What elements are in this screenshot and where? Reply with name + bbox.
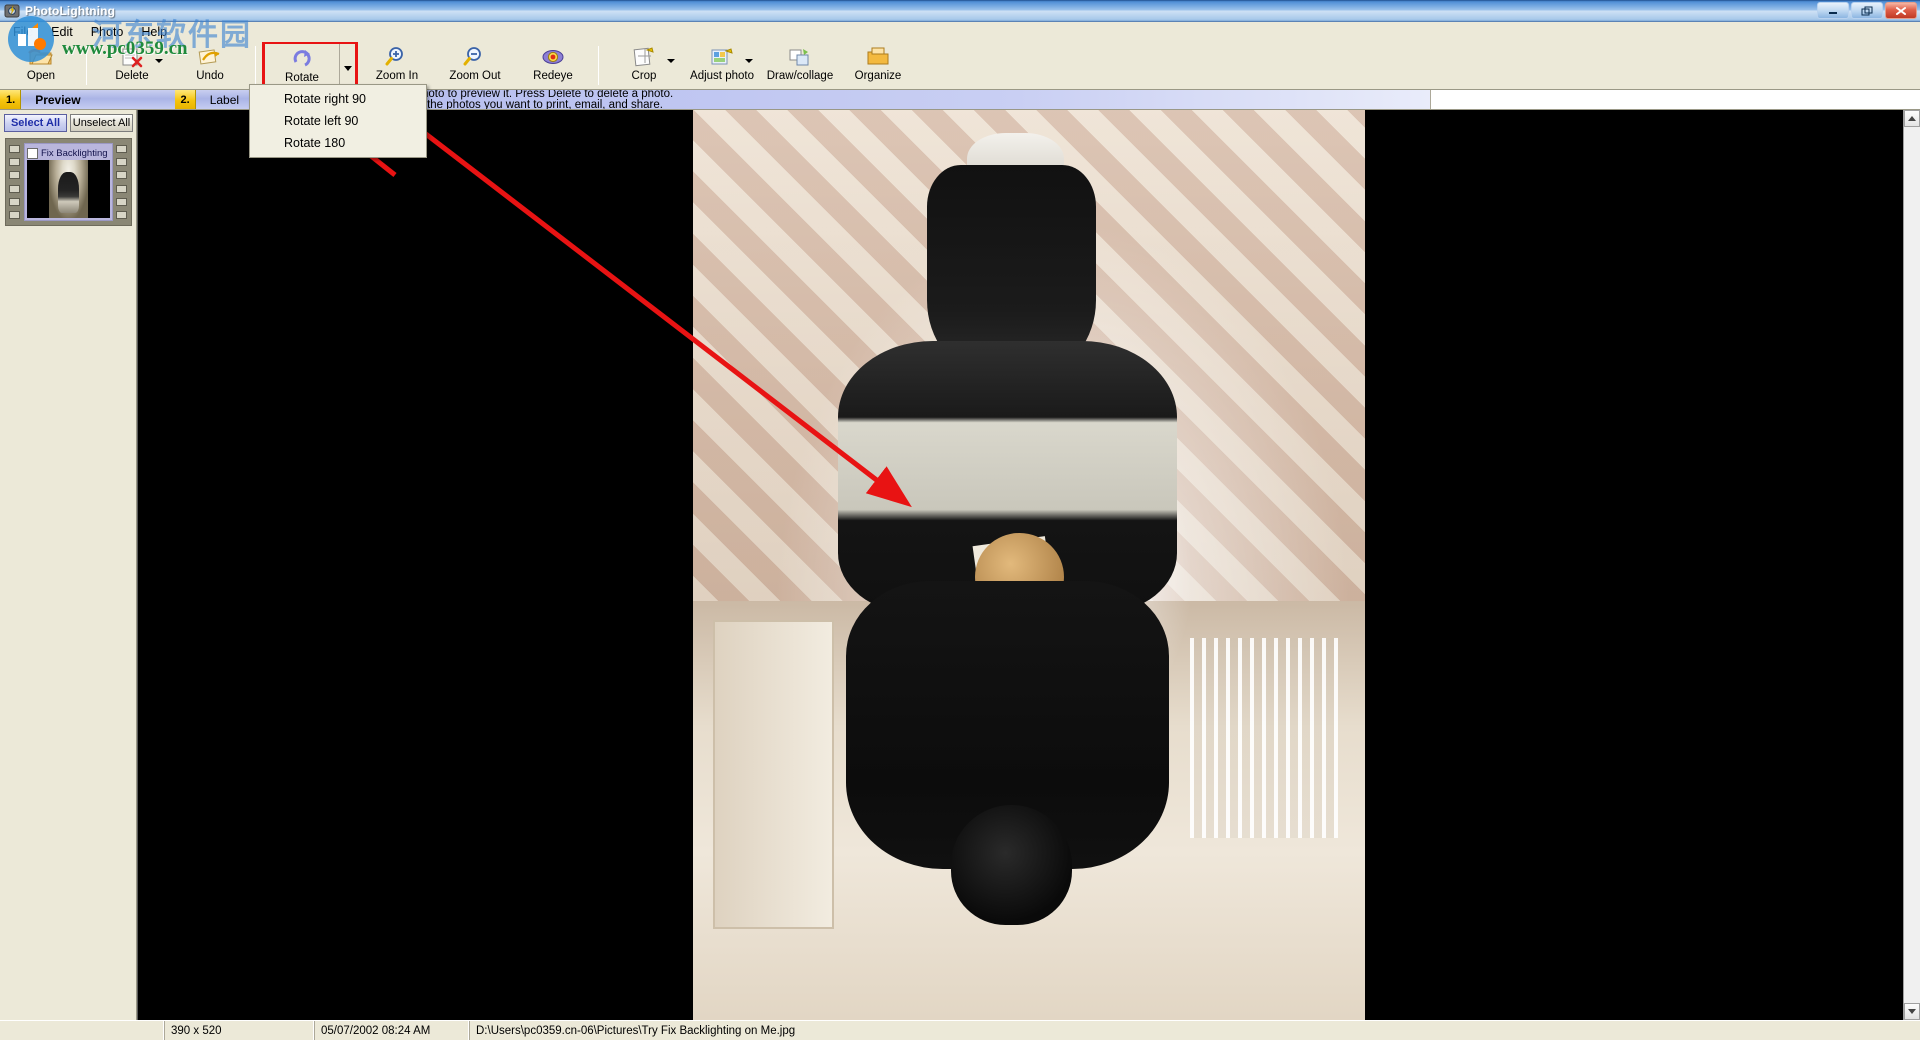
toolbar-button-adjust-photo[interactable]: Adjust photo	[683, 42, 761, 89]
toolbar-label-delete: Delete	[115, 70, 149, 82]
select-all-button[interactable]: Select All	[4, 114, 67, 132]
toolbar-label-organize: Organize	[854, 70, 902, 82]
rotate-dropdown-menu[interactable]: Rotate right 90 Rotate left 90 Rotate 18…	[249, 84, 427, 158]
menu-item-help[interactable]: Help	[132, 23, 176, 41]
redeye-icon	[540, 45, 566, 69]
photo-subject	[814, 132, 1217, 966]
close-button[interactable]	[1885, 2, 1917, 19]
toolbar-label-draw-collage: Draw/collage	[766, 70, 834, 82]
toolbar-label-adjust-photo: Adjust photo	[690, 70, 754, 82]
restore-button[interactable]	[1851, 2, 1883, 19]
zoom-in-icon	[384, 45, 410, 69]
window-controls	[1817, 2, 1917, 19]
window-title: PhotoLightning	[25, 3, 116, 18]
rotate-icon	[289, 47, 315, 71]
step-1-label: Preview	[35, 92, 81, 107]
thumbnail-label: Fix Backlighting on	[41, 147, 110, 159]
rotate-dropdown-arrow[interactable]	[339, 44, 355, 86]
step-1-preview[interactable]: 1. Preview	[0, 90, 175, 109]
menu-rotate-right-90[interactable]: Rotate right 90	[250, 88, 426, 110]
status-image-datetime: 05/07/2002 08:24 AM	[315, 1021, 470, 1040]
step-1-number: 1.	[0, 90, 22, 109]
status-cell-empty	[0, 1021, 165, 1040]
draw-collage-icon	[787, 45, 813, 69]
toolbar-button-organize[interactable]: Organize	[839, 42, 917, 89]
step-arrow-icon	[156, 90, 175, 109]
status-bar: 390 x 520 05/07/2002 08:24 AM D:\Users\p…	[0, 1020, 1920, 1040]
toolbar-button-draw-collage[interactable]: Draw/collage	[761, 42, 839, 89]
chevron-down-icon[interactable]	[745, 59, 753, 63]
toolbar-button-rotate[interactable]: Rotate	[265, 44, 339, 86]
step-2-label-text: Label	[209, 92, 240, 107]
menu-item-file[interactable]: File	[4, 23, 42, 41]
photo-preview-area[interactable]	[137, 110, 1920, 1020]
toolbar-label-undo: Undo	[196, 70, 224, 82]
open-folder-icon	[28, 45, 54, 69]
menu-item-edit[interactable]: Edit	[42, 23, 82, 41]
thumbnail-filmstrip: Fix Backlighting on	[5, 138, 132, 226]
undo-icon	[197, 45, 223, 69]
preview-photo[interactable]	[693, 110, 1365, 1020]
toolbar-button-crop[interactable]: Crop	[605, 42, 683, 89]
chevron-down-icon[interactable]	[667, 59, 675, 63]
organize-icon	[865, 45, 891, 69]
toolbar-label-crop: Crop	[631, 70, 657, 82]
toolbar-separator	[598, 46, 599, 85]
scroll-down-arrow[interactable]	[1904, 1003, 1920, 1020]
toolbar: Open Delete Undo Rotate Zoom In Zoom Out…	[0, 41, 1920, 90]
zoom-out-icon	[462, 45, 488, 69]
menu-item-photo[interactable]: Photo	[82, 23, 133, 41]
crop-icon	[631, 45, 657, 69]
toolbar-button-open[interactable]: Open	[2, 42, 80, 89]
unselect-all-button[interactable]: Unselect All	[70, 114, 133, 132]
thumbnail-header: Fix Backlighting on	[27, 146, 110, 160]
chevron-down-icon[interactable]	[155, 59, 163, 63]
toolbar-button-redeye[interactable]: Redeye	[514, 42, 592, 89]
toolbar-button-zoom-in[interactable]: Zoom In	[358, 42, 436, 89]
toolbar-label-rotate: Rotate	[285, 72, 319, 84]
menu-rotate-180[interactable]: Rotate 180	[250, 132, 426, 154]
thumbnail-item[interactable]: Fix Backlighting on	[24, 143, 113, 221]
thumbnail-photo-content	[49, 160, 88, 218]
instruction-panel: a photo to preview it. Press Delete to d…	[400, 90, 1430, 109]
toolbar-button-delete[interactable]: Delete	[93, 42, 171, 89]
title-bar: PhotoLightning	[0, 0, 1920, 22]
toolbar-label-open: Open	[26, 70, 56, 82]
unselect-all-label: Unselect All	[72, 117, 131, 129]
instruction-filler	[1430, 90, 1920, 109]
instruction-line-2: lect the photos you want to print, email…	[406, 98, 663, 109]
photo-adult-head	[951, 805, 1072, 926]
select-all-label: Select All	[10, 117, 61, 129]
toolbar-separator	[255, 46, 256, 85]
delete-icon	[119, 45, 145, 69]
scroll-up-arrow[interactable]	[1904, 110, 1920, 127]
film-perforations-left	[9, 142, 21, 222]
toolbar-separator	[86, 46, 87, 85]
toolbar-label-redeye: Redeye	[533, 70, 573, 82]
toolbar-label-zoom-out: Zoom Out	[449, 70, 501, 82]
thumbnail-image[interactable]	[27, 160, 110, 218]
minimize-button[interactable]	[1817, 2, 1849, 19]
status-image-dimensions: 390 x 520	[165, 1021, 315, 1040]
film-perforations-right	[116, 142, 128, 222]
main-body: Select All Unselect All Fix Backlighting…	[0, 110, 1920, 1020]
menu-bar: File Edit Photo Help	[0, 22, 1920, 42]
toolbar-button-undo[interactable]: Undo	[171, 42, 249, 89]
vertical-scrollbar[interactable]	[1903, 110, 1920, 1020]
selection-buttons: Select All Unselect All	[0, 110, 136, 136]
toolbar-label-zoom-in: Zoom In	[375, 70, 419, 82]
thumbnail-checkbox[interactable]	[27, 147, 38, 159]
step-2-number: 2.	[174, 90, 196, 109]
adjust-photo-icon	[709, 45, 735, 69]
rotate-button-highlight: Rotate	[262, 41, 358, 89]
left-panel: Select All Unselect All Fix Backlighting…	[0, 110, 137, 1020]
menu-rotate-left-90[interactable]: Rotate left 90	[250, 110, 426, 132]
app-icon	[4, 3, 20, 19]
toolbar-button-zoom-out[interactable]: Zoom Out	[436, 42, 514, 89]
status-image-path: D:\Users\pc0359.cn-06\Pictures\Try Fix B…	[476, 1024, 796, 1037]
application-window: PhotoLightning File Edit Photo Help Open…	[0, 0, 1920, 1040]
